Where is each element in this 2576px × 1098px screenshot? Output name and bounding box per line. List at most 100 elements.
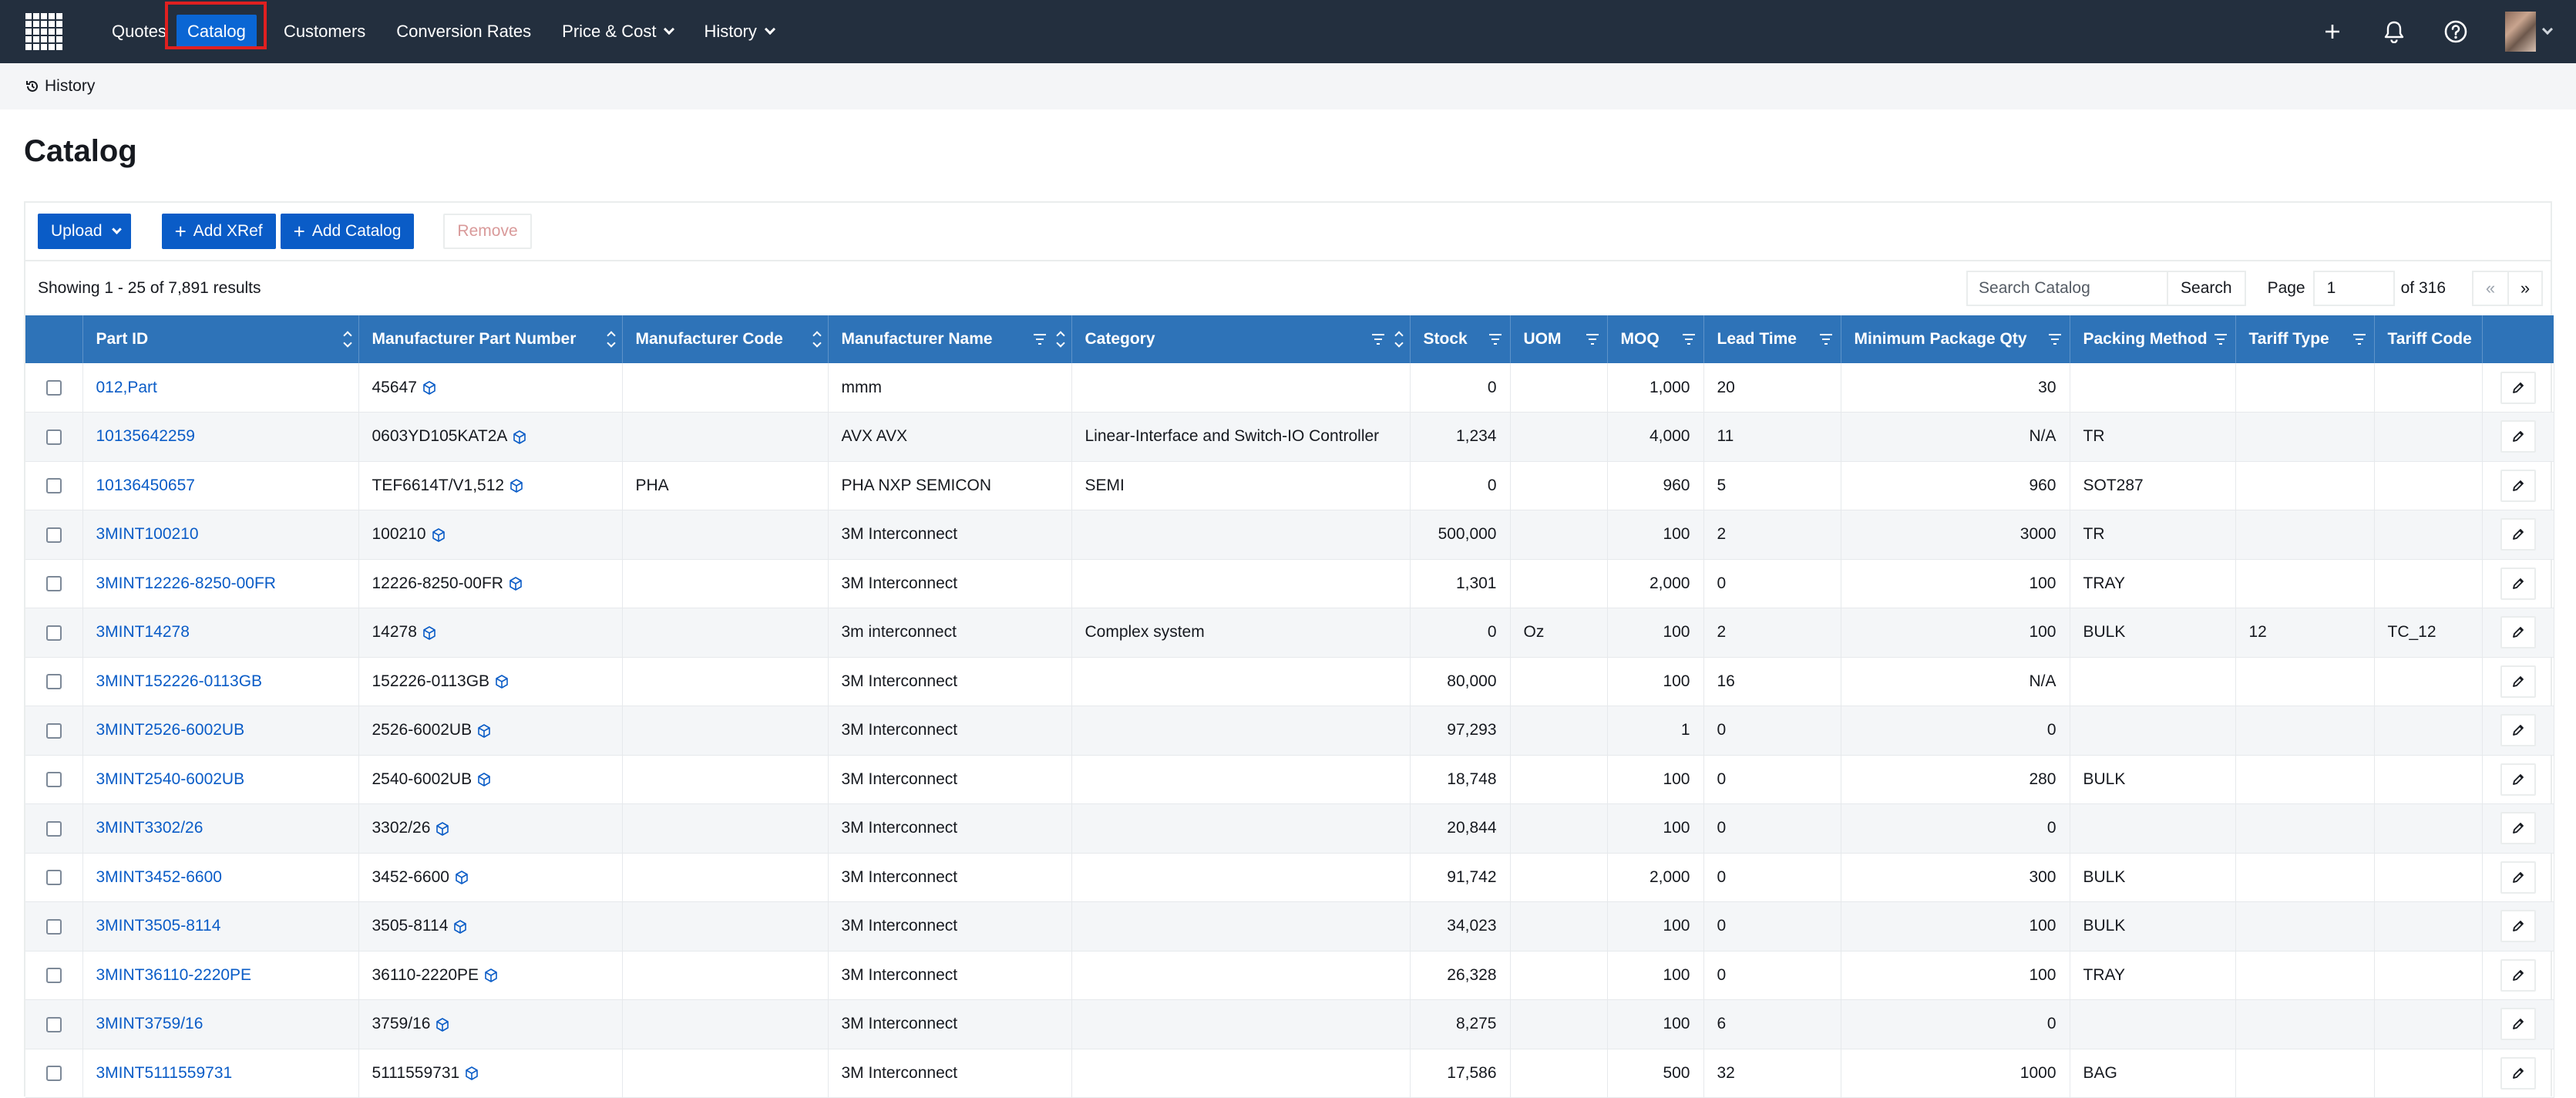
table-row[interactable]: 3MINT3452-6600 3452-6600 3M Interconnect 91… — [25, 853, 2554, 902]
filter-icon[interactable] — [1682, 333, 1696, 345]
edit-button[interactable] — [2500, 910, 2536, 943]
table-row[interactable]: 3MINT36110-2220PE 36110-2220PE 3M Intercon… — [25, 951, 2554, 1000]
column-header-uom[interactable]: UOM — [1510, 315, 1608, 363]
user-avatar[interactable] — [2505, 12, 2536, 52]
breadcrumb-history-link[interactable]: History — [45, 77, 95, 96]
cube-icon[interactable] — [422, 380, 437, 396]
part-id-link[interactable]: 3MINT152226-0113GB — [96, 672, 263, 690]
row-checkbox[interactable] — [45, 968, 62, 984]
row-checkbox[interactable] — [45, 674, 62, 690]
edit-button[interactable] — [2500, 469, 2536, 502]
filter-icon[interactable] — [1819, 333, 1833, 345]
edit-button[interactable] — [2500, 518, 2536, 551]
part-id-link[interactable]: 012,Part — [96, 379, 157, 396]
help-icon[interactable] — [2425, 0, 2487, 63]
edit-button[interactable] — [2500, 616, 2536, 649]
column-header-moq[interactable]: MOQ — [1607, 315, 1704, 363]
edit-button[interactable] — [2500, 958, 2536, 992]
row-checkbox[interactable] — [45, 379, 62, 396]
cube-icon[interactable] — [476, 772, 492, 787]
filter-icon[interactable] — [2048, 333, 2062, 345]
table-row[interactable]: 3MINT5111559731 5111559731 3M Interconnect… — [25, 1049, 2554, 1098]
column-header-tariff-code[interactable]: Tariff Code — [2374, 315, 2483, 363]
cube-icon[interactable] — [431, 527, 446, 543]
search-button[interactable]: Search — [2167, 271, 2246, 306]
row-checkbox[interactable] — [45, 722, 62, 739]
filter-icon[interactable] — [2214, 333, 2228, 345]
filter-icon[interactable] — [1586, 333, 1599, 345]
part-id-link[interactable]: 3MINT100210 — [96, 525, 199, 543]
row-checkbox[interactable] — [45, 820, 62, 837]
nav-price-cost[interactable]: Price & Cost — [550, 0, 685, 63]
edit-button[interactable] — [2500, 371, 2536, 404]
row-checkbox[interactable] — [45, 527, 62, 543]
part-id-link[interactable]: 10135642259 — [96, 427, 195, 445]
row-checkbox[interactable] — [45, 478, 62, 494]
row-checkbox[interactable] — [45, 918, 62, 935]
cube-icon[interactable] — [422, 625, 437, 641]
part-id-link[interactable]: 3MINT3759/16 — [96, 1015, 203, 1032]
nav-customers[interactable]: Customers — [271, 0, 378, 63]
column-header-manufacturer-part-number[interactable]: Manufacturer Part Number — [358, 315, 623, 363]
edit-button[interactable] — [2500, 1008, 2536, 1041]
nav-catalog[interactable]: Catalog — [164, 0, 267, 63]
table-row[interactable]: 3MINT3759/16 3759/16 3M Interconnect 8,275 1… — [25, 999, 2554, 1049]
remove-button[interactable]: Remove — [443, 214, 532, 249]
table-row[interactable]: 3MINT3302/26 3302/26 3M Interconnect 20,844… — [25, 803, 2554, 854]
part-id-link[interactable]: 3MINT2540-6002UB — [96, 770, 245, 788]
row-checkbox[interactable] — [45, 772, 62, 788]
table-row[interactable]: 10136450657 TEF6614T/V1,512 PHA PHA NXP SEM… — [25, 461, 2554, 510]
edit-button[interactable] — [2500, 665, 2536, 698]
row-checkbox[interactable] — [45, 1016, 62, 1032]
table-row[interactable]: 3MINT12226-8250-00FR 12226-8250-00FR 3M In… — [25, 559, 2554, 608]
filter-icon[interactable] — [1371, 333, 1385, 345]
filter-icon[interactable] — [1033, 333, 1047, 345]
sort-icon[interactable] — [1055, 331, 1065, 348]
search-input[interactable]: Search Catalog — [1966, 271, 2167, 306]
row-checkbox[interactable] — [45, 1066, 62, 1082]
upload-button[interactable]: Upload — [38, 214, 131, 249]
cube-icon[interactable] — [476, 723, 492, 739]
cube-icon[interactable] — [435, 1017, 450, 1032]
edit-button[interactable] — [2500, 714, 2536, 747]
sort-icon[interactable] — [812, 331, 822, 348]
sort-icon[interactable] — [342, 331, 352, 348]
column-header-manufacturer-code[interactable]: Manufacturer Code — [622, 315, 829, 363]
column-header-lead-time[interactable]: Lead Time — [1703, 315, 1841, 363]
column-header-part-id[interactable]: Part ID — [82, 315, 359, 363]
cube-icon[interactable] — [494, 674, 509, 689]
part-id-link[interactable]: 3MINT14278 — [96, 623, 190, 641]
part-id-link[interactable]: 3MINT3505-8114 — [96, 917, 221, 935]
table-row[interactable]: 3MINT2526-6002UB 2526-6002UB 3M Interconne… — [25, 706, 2554, 756]
cube-icon[interactable] — [512, 429, 527, 445]
cube-icon[interactable] — [454, 870, 469, 885]
edit-button[interactable] — [2500, 1056, 2536, 1090]
cube-icon[interactable] — [483, 968, 499, 983]
cube-icon[interactable] — [509, 478, 524, 493]
row-checkbox[interactable] — [45, 429, 62, 445]
part-id-link[interactable]: 3MINT3452-6600 — [96, 868, 222, 886]
cube-icon[interactable] — [452, 919, 468, 935]
part-id-link[interactable]: 3MINT3302/26 — [96, 819, 203, 837]
edit-button[interactable] — [2500, 812, 2536, 845]
add-catalog-button[interactable]: + Add Catalog — [280, 214, 415, 249]
sort-icon[interactable] — [606, 331, 616, 348]
part-id-link[interactable]: 3MINT36110-2220PE — [96, 966, 252, 984]
cube-icon[interactable] — [464, 1066, 479, 1081]
row-checkbox[interactable] — [45, 625, 62, 641]
row-checkbox[interactable] — [45, 576, 62, 592]
column-header-category[interactable]: Category — [1071, 315, 1411, 363]
edit-button[interactable] — [2500, 763, 2536, 796]
part-id-link[interactable]: 3MINT12226-8250-00FR — [96, 574, 276, 592]
bell-icon[interactable] — [2363, 0, 2425, 63]
column-header-packing-method[interactable]: Packing Method — [2070, 315, 2236, 363]
prev-page-button[interactable]: « — [2472, 271, 2507, 306]
table-row[interactable]: 3MINT14278 14278 3m interconnect Complex sy… — [25, 608, 2554, 658]
nav-conversion-rates[interactable]: Conversion Rates — [384, 0, 543, 63]
page-number-input[interactable]: 1 — [2312, 271, 2395, 306]
column-header-stock[interactable]: Stock — [1410, 315, 1511, 363]
row-checkbox[interactable] — [45, 870, 62, 886]
add-xref-button[interactable]: + Add XRef — [161, 214, 276, 249]
table-row[interactable]: 3MINT2540-6002UB 2540-6002UB 3M Interconne… — [25, 755, 2554, 804]
plus-icon[interactable] — [2302, 0, 2363, 63]
